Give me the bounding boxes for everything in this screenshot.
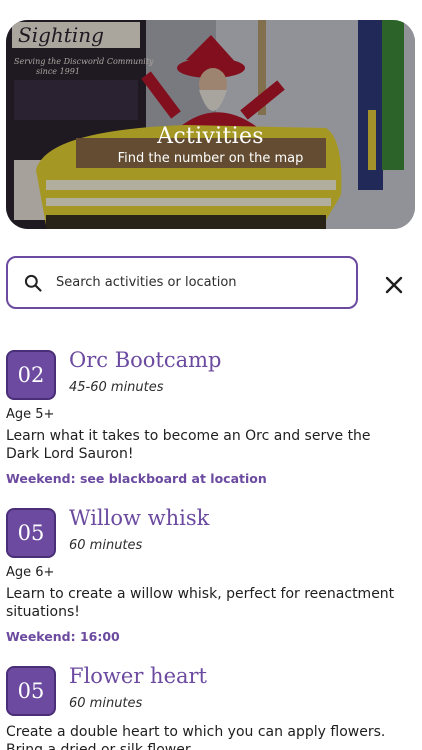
activity-age: Age 6+ xyxy=(6,565,55,580)
activity-description: Learn to create a willow whisk, perfect … xyxy=(6,586,395,620)
search-box[interactable] xyxy=(6,256,358,309)
hero-banner: Sighting Serving the Discworld Community… xyxy=(6,20,415,229)
activity-item[interactable]: 05 Flower heart 60 minutes Create a doub… xyxy=(6,666,416,750)
activity-weekend: Weekend: 16:00 xyxy=(6,629,120,644)
activity-description: Create a double heart to which you can a… xyxy=(6,724,386,750)
activity-duration: 60 minutes xyxy=(69,696,143,711)
activity-duration: 60 minutes xyxy=(69,538,143,553)
activity-item[interactable]: 02 Orc Bootcamp 45-60 minutes Age 5+ Lea… xyxy=(6,348,416,490)
activity-number-badge: 02 xyxy=(6,350,56,400)
activity-weekend: Weekend: see blackboard at location xyxy=(6,471,267,486)
activity-title: Willow whisk xyxy=(69,506,210,530)
search-icon xyxy=(24,274,42,292)
activity-duration: 45-60 minutes xyxy=(69,380,164,395)
page-title: Activities xyxy=(157,124,264,149)
activity-number-badge: 05 xyxy=(6,666,56,716)
page-subtitle: Find the number on the map xyxy=(117,151,304,166)
close-icon[interactable] xyxy=(382,273,406,297)
activity-title: Flower heart xyxy=(69,666,207,688)
activity-age: Age 5+ xyxy=(6,407,55,422)
activity-number-badge: 05 xyxy=(6,508,56,558)
search-input[interactable] xyxy=(56,258,346,307)
activity-title: Orc Bootcamp xyxy=(69,348,222,372)
activity-item[interactable]: 05 Willow whisk 60 minutes Age 6+ Learn … xyxy=(6,506,416,648)
activity-description: Learn what it takes to become an Orc and… xyxy=(6,428,371,462)
